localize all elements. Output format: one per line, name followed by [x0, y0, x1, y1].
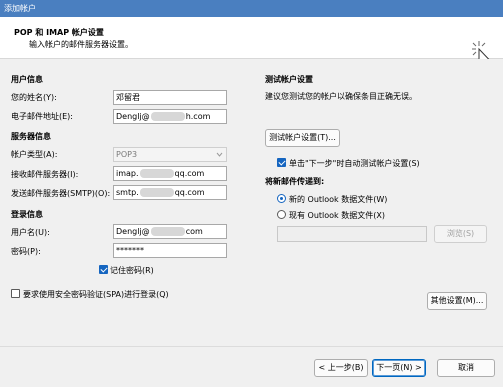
existing-data-file-radio[interactable]: [277, 210, 286, 219]
redacted-mask: [139, 188, 174, 197]
browse-button[interactable]: 浏览(S): [434, 225, 487, 243]
dialog-body: 用户信息 您的姓名(Y): 邓留君 电子邮件地址(E): Denglj@ h.co…: [0, 59, 503, 387]
username-field[interactable]: Denglj@ com: [113, 224, 227, 239]
auto-test-label[interactable]: 单击"下一步"时自动测试帐户设置(S): [289, 158, 420, 169]
email-field[interactable]: Denglj@ h.com: [113, 109, 227, 124]
test-section-label: 测试帐户设置: [265, 75, 313, 84]
redacted-mask: [150, 112, 185, 121]
account-type-select[interactable]: POP3: [113, 147, 227, 162]
email-suffix: h.com: [185, 112, 211, 121]
outgoing-suffix: qq.com: [174, 188, 205, 197]
name-field[interactable]: 邓留君: [113, 90, 227, 105]
logon-info-section-label: 登录信息: [11, 210, 43, 219]
email-prefix: Denglj@: [116, 112, 150, 121]
window-title: 添加帐户: [4, 4, 36, 13]
next-button[interactable]: 下一页(N) >: [372, 359, 426, 377]
name-label: 您的姓名(Y):: [11, 93, 57, 102]
header-title: POP 和 IMAP 帐户设置: [14, 28, 104, 37]
outgoing-server-label: 发送邮件服务器(SMTP)(O):: [11, 189, 111, 198]
chevron-down-icon: [216, 152, 223, 157]
password-value: *******: [116, 246, 144, 255]
incoming-suffix: qq.com: [174, 169, 205, 178]
password-label: 密码(P):: [11, 247, 41, 256]
footer-divider: [0, 346, 503, 347]
new-data-file-radio[interactable]: [277, 194, 286, 203]
dialog-header: POP 和 IMAP 帐户设置 输入帐户的邮件服务器设置。: [0, 17, 503, 67]
server-info-section-label: 服务器信息: [11, 132, 51, 141]
auto-test-checkbox[interactable]: [277, 158, 286, 167]
deliver-section-label: 将新邮件传递到:: [265, 177, 325, 186]
existing-data-file-label[interactable]: 现有 Outlook 数据文件(X): [289, 210, 385, 221]
username-prefix: Denglj@: [116, 227, 150, 236]
header-subtitle: 输入帐户的邮件服务器设置。: [29, 40, 133, 49]
incoming-server-field[interactable]: imap. qq.com: [113, 166, 227, 181]
more-settings-button[interactable]: 其他设置(M)...: [427, 292, 487, 310]
redacted-mask: [139, 169, 174, 178]
incoming-prefix: imap.: [116, 169, 139, 178]
data-file-path-field[interactable]: [277, 226, 427, 242]
new-data-file-label[interactable]: 新的 Outlook 数据文件(W): [289, 194, 387, 205]
username-suffix: com: [185, 227, 203, 236]
account-type-label: 帐户类型(A):: [11, 150, 58, 159]
test-account-button[interactable]: 测试帐户设置(T)...: [265, 129, 340, 147]
spa-checkbox[interactable]: [11, 289, 20, 298]
remember-password-label[interactable]: 记住密码(R): [110, 265, 154, 276]
name-value: 邓留君: [116, 93, 140, 102]
password-field[interactable]: *******: [113, 243, 227, 258]
back-button[interactable]: < 上一步(B): [314, 359, 368, 377]
test-description: 建议您测试您的帐户以确保条目正确无误。: [265, 92, 417, 101]
remember-password-checkbox[interactable]: [99, 265, 108, 274]
spa-label[interactable]: 要求使用安全密码验证(SPA)进行登录(Q): [23, 289, 169, 300]
cancel-button[interactable]: 取消: [437, 359, 495, 377]
incoming-server-label: 接收邮件服务器(I):: [11, 170, 79, 179]
account-type-value: POP3: [116, 150, 138, 159]
email-label: 电子邮件地址(E):: [11, 112, 73, 121]
title-bar: 添加帐户: [0, 0, 503, 17]
redacted-mask: [150, 227, 185, 236]
outgoing-server-field[interactable]: smtp. qq.com: [113, 185, 227, 200]
outgoing-prefix: smtp.: [116, 188, 139, 197]
user-info-section-label: 用户信息: [11, 75, 43, 84]
username-label: 用户名(U):: [11, 228, 50, 237]
